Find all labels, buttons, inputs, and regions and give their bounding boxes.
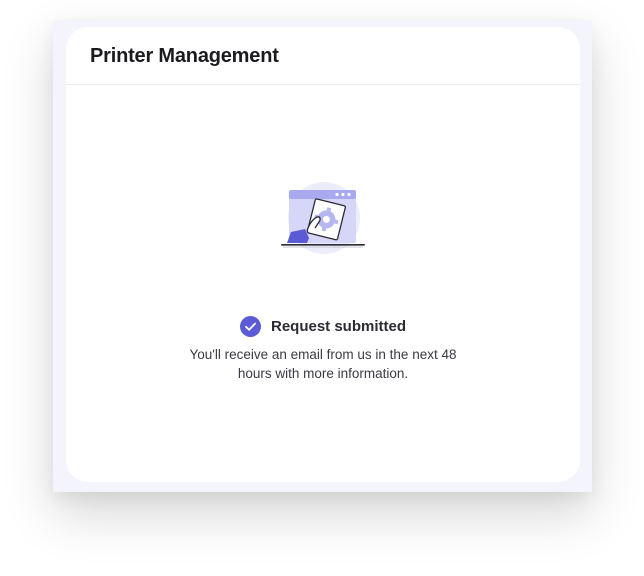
page-title: Printer Management xyxy=(90,45,279,67)
card-header: Printer Management xyxy=(66,27,580,85)
status-message-line: You'll receive an email from us in the n… xyxy=(189,347,457,362)
check-circle-icon xyxy=(239,316,261,337)
printer-management-card: Printer Management Request submitted You… xyxy=(66,27,580,482)
status-row: Request submitted xyxy=(66,316,580,337)
status-message: You'll receive an email from us in the n… xyxy=(66,345,580,383)
status-title: Request submitted xyxy=(270,318,406,335)
status-message-line: hours with more information. xyxy=(237,366,409,381)
settings-window-hand-illustration xyxy=(281,182,365,254)
